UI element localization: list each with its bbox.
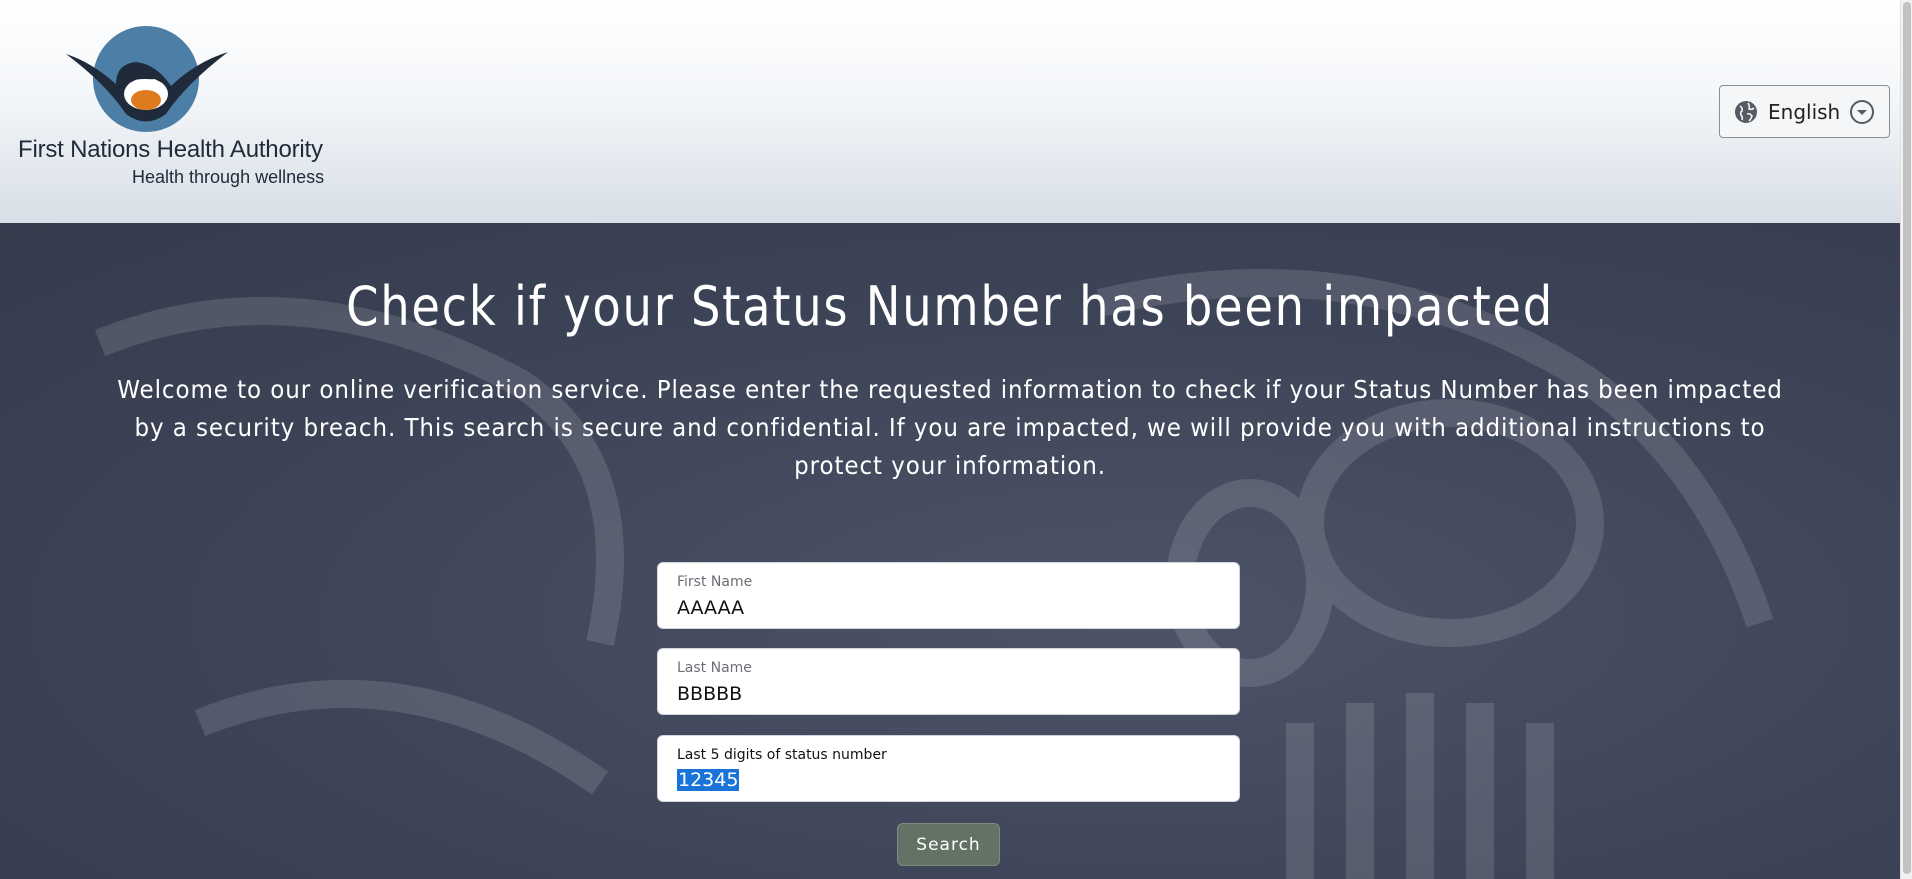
globe-icon — [1735, 100, 1757, 123]
first-name-input[interactable] — [677, 597, 1220, 619]
status-digits-label: Last 5 digits of status number — [677, 747, 887, 763]
status-digits-field[interactable]: Last 5 digits of status number 12345 — [657, 735, 1240, 802]
first-name-label: First Name — [677, 574, 753, 590]
fnha-logo[interactable]: First Nations Health Authority Health th… — [18, 24, 338, 194]
language-label: English — [1768, 99, 1841, 124]
fnha-logo-mark-icon — [66, 26, 228, 132]
hero-section: Check if your Status Number has been imp… — [0, 223, 1900, 879]
search-button[interactable]: Search — [897, 823, 1000, 866]
last-name-label: Last Name — [677, 660, 752, 676]
page-title: Check if your Status Number has been imp… — [346, 275, 1554, 338]
logo-tagline: Health through wellness — [132, 167, 325, 187]
first-name-field[interactable]: First Name — [657, 562, 1240, 629]
status-digits-input[interactable]: 12345 — [677, 769, 740, 791]
last-name-input[interactable] — [677, 683, 1220, 705]
site-header: First Nations Health Authority Health th… — [0, 0, 1900, 223]
page-description: Welcome to our online verification servi… — [117, 375, 1783, 480]
language-selector[interactable]: English — [1719, 85, 1890, 138]
chevron-down-circle-icon — [1850, 99, 1874, 124]
logo-title: First Nations Health Authority — [18, 136, 323, 163]
scrollbar-thumb[interactable] — [1903, 2, 1911, 874]
page-scrollbar[interactable] — [1900, 0, 1912, 879]
last-name-field[interactable]: Last Name — [657, 648, 1240, 715]
